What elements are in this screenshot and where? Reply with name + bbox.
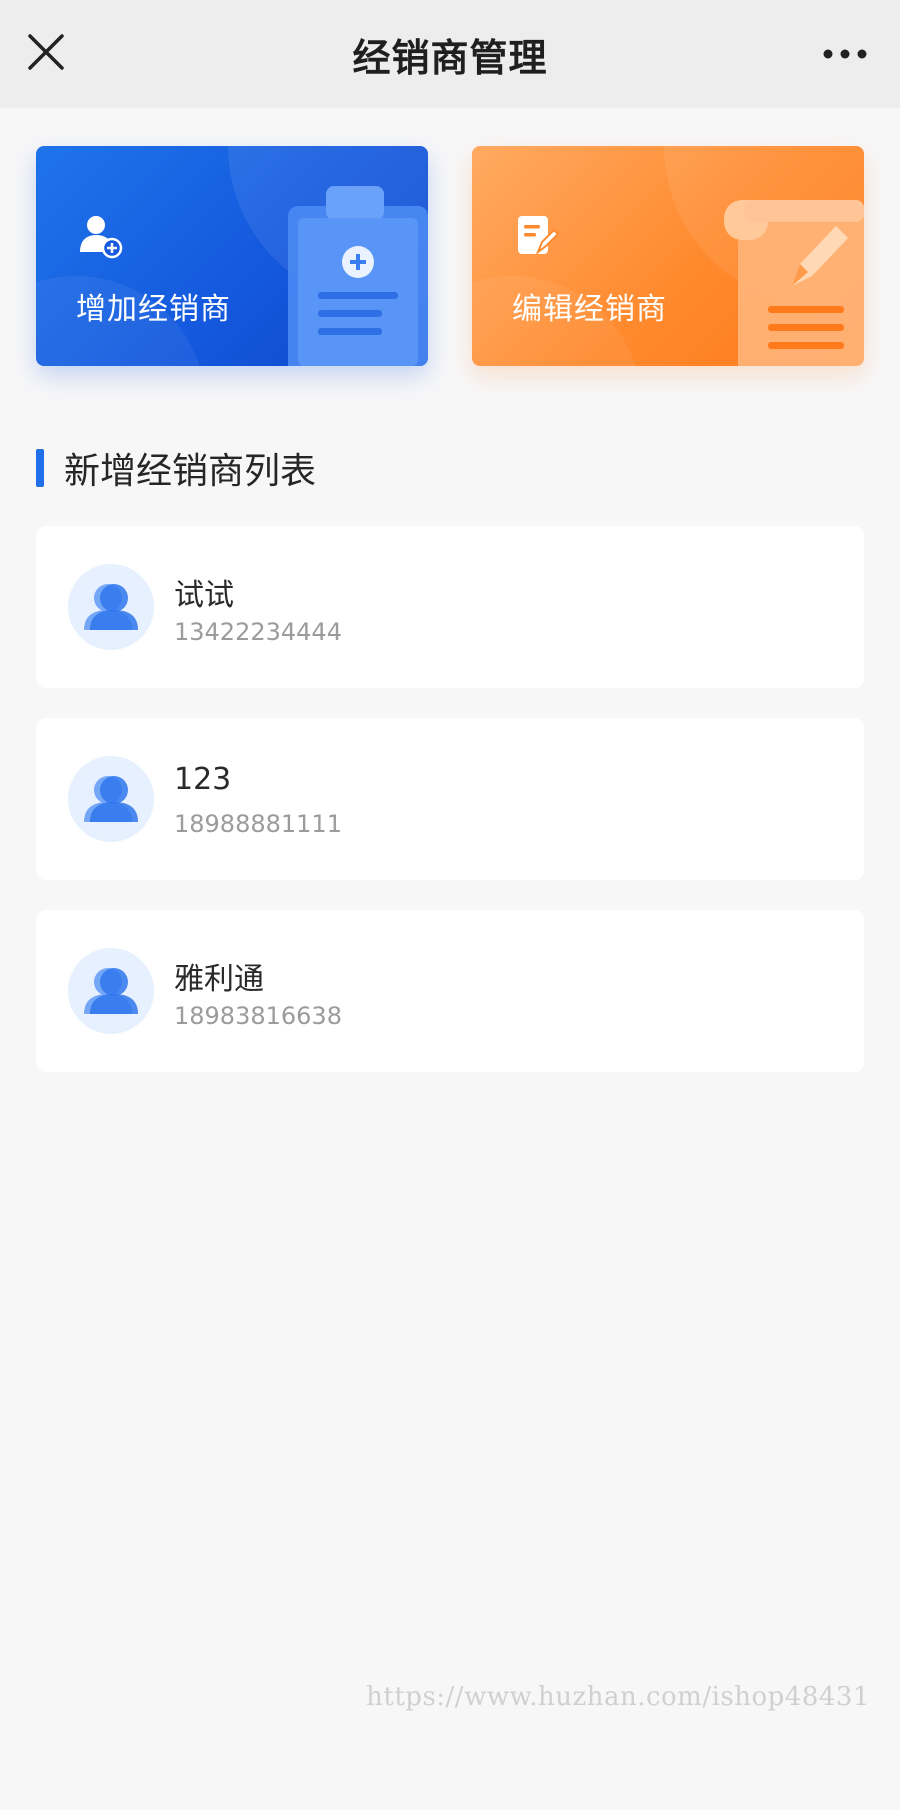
- dealer-name: 试试: [174, 578, 234, 613]
- edit-dealer-label: 编辑经销商: [512, 292, 667, 327]
- dealer-name: 123: [174, 762, 232, 797]
- add-dealer-card[interactable]: 增加经销商: [36, 146, 428, 366]
- list-item[interactable]: 雅利通 18983816638: [36, 910, 864, 1072]
- user-avatar-icon: [84, 584, 138, 630]
- close-icon: [28, 34, 64, 70]
- close-button[interactable]: [24, 30, 68, 74]
- list-item[interactable]: 试试 13422234444: [36, 526, 864, 688]
- edit-document-icon: [518, 216, 560, 255]
- clipboard-icon: [288, 186, 428, 366]
- top-nav-bar: 经销商管理: [0, 0, 900, 108]
- section-title-text: 新增经销商列表: [64, 451, 317, 492]
- avatar: [68, 564, 154, 650]
- dealer-phone: 18988881111: [174, 810, 342, 838]
- more-dots-icon: [823, 49, 867, 59]
- scroll-pen-icon: [724, 200, 864, 366]
- dealer-phone: 13422234444: [174, 618, 342, 646]
- avatar: [68, 948, 154, 1034]
- watermark-text: https://www.huzhan.com/ishop48431: [366, 1682, 870, 1712]
- section-accent-bar: [36, 449, 44, 487]
- edit-dealer-card[interactable]: 编辑经销商: [472, 146, 864, 366]
- list-item[interactable]: 123 18988881111: [36, 718, 864, 880]
- user-avatar-icon: [84, 968, 138, 1014]
- dealer-list: 试试 13422234444 123 18988881111 雅利通 18983…: [36, 526, 864, 1102]
- avatar: [68, 756, 154, 842]
- section-heading: 新增经销商列表: [36, 446, 316, 492]
- user-avatar-icon: [84, 776, 138, 822]
- more-options-button[interactable]: [820, 34, 870, 74]
- dealer-phone: 18983816638: [174, 1002, 342, 1030]
- dealer-name: 雅利通: [174, 962, 264, 997]
- add-dealer-label: 增加经销商: [76, 292, 231, 327]
- add-user-icon: [80, 216, 123, 259]
- page-title: 经销商管理: [352, 35, 548, 80]
